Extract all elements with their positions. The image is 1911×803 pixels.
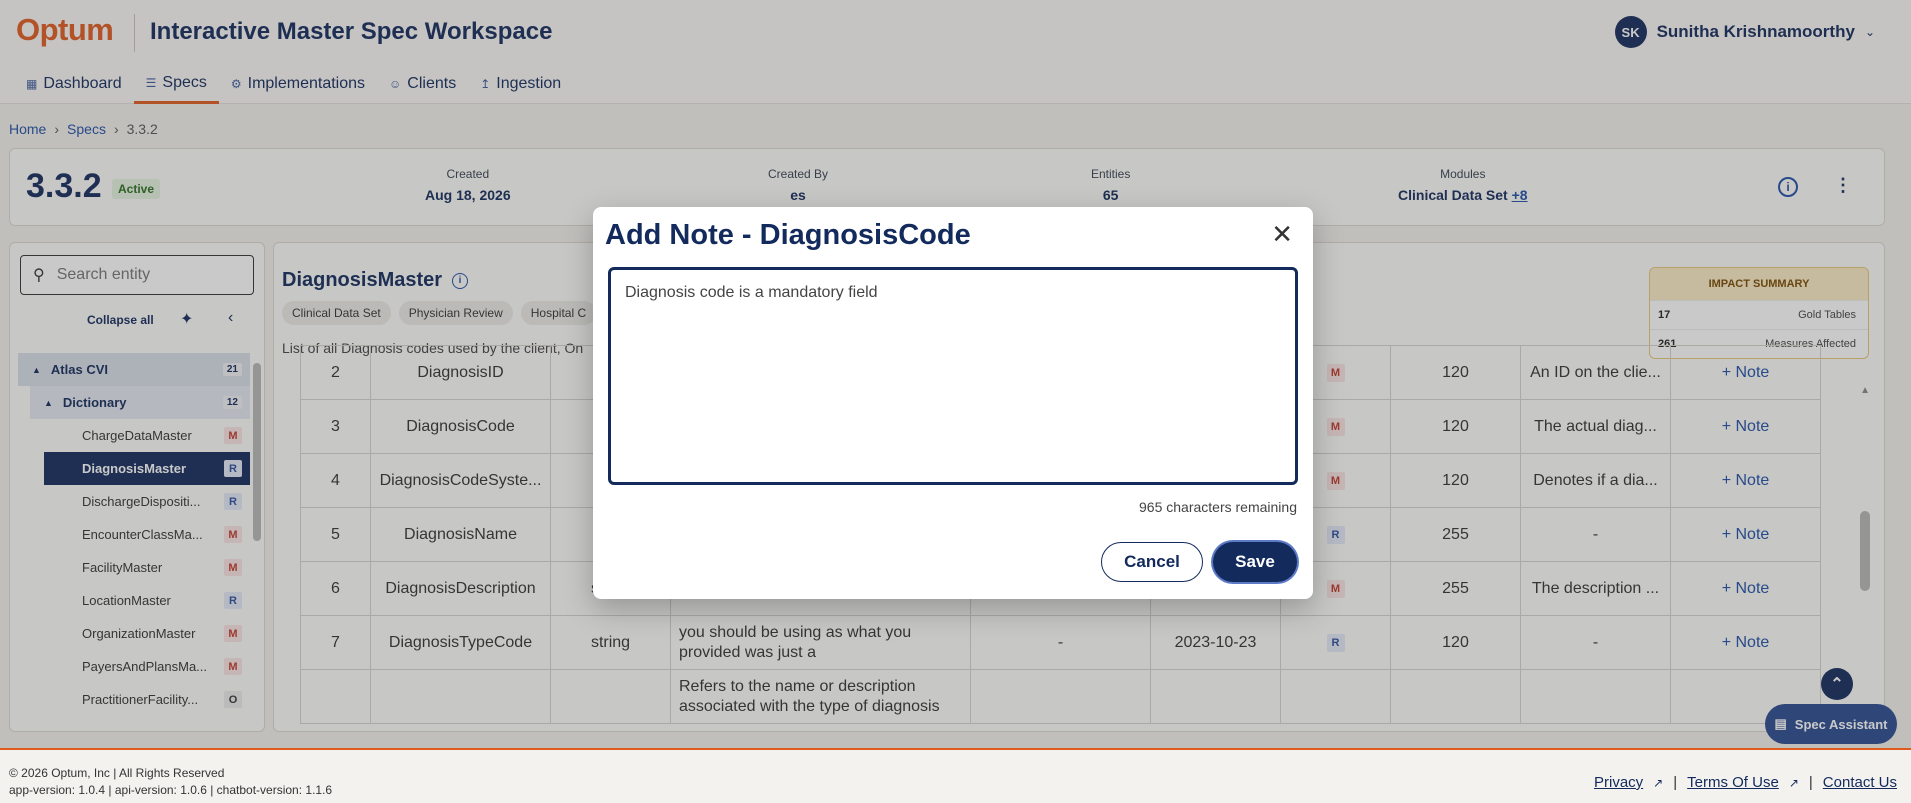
- privacy-link[interactable]: Privacy: [1594, 774, 1643, 791]
- footer-separator: |: [1808, 774, 1813, 791]
- version-info: app-version: 1.0.4 | api-version: 1.0.6 …: [9, 783, 333, 797]
- footer-links: Privacy ↗ | Terms Of Use ↗ | Contact Us: [1594, 774, 1897, 791]
- app-root: Optum Interactive Master Spec Workspace …: [0, 0, 1911, 803]
- external-link-icon: ↗: [1653, 775, 1664, 790]
- close-icon[interactable]: ✕: [1271, 219, 1293, 250]
- add-note-dialog: Add Note - DiagnosisCode ✕ 965 character…: [593, 207, 1313, 599]
- cancel-button[interactable]: Cancel: [1101, 542, 1203, 582]
- copyright: © 2026 Optum, Inc | All Rights Reserved: [9, 766, 225, 780]
- terms-link[interactable]: Terms Of Use: [1687, 774, 1779, 791]
- characters-remaining: 965 characters remaining: [1139, 499, 1297, 515]
- footer-separator: |: [1673, 774, 1678, 791]
- contact-link[interactable]: Contact Us: [1823, 774, 1897, 791]
- save-button[interactable]: Save: [1213, 542, 1297, 582]
- dialog-title: Add Note - DiagnosisCode: [605, 219, 971, 251]
- external-link-icon: ↗: [1788, 775, 1799, 790]
- note-textarea[interactable]: [608, 267, 1298, 485]
- footer: © 2026 Optum, Inc | All Rights Reserved …: [0, 748, 1911, 803]
